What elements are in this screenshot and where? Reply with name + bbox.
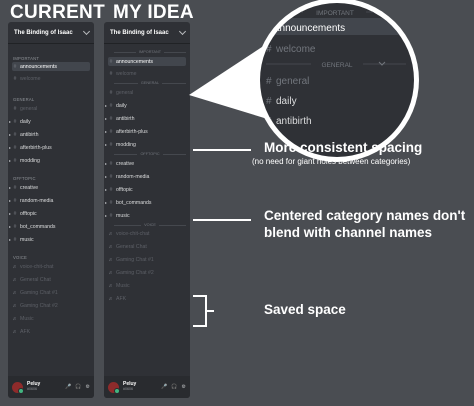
zoom-channel-announcements: announcements: [274, 23, 345, 34]
saved-space-bracket: [193, 295, 214, 327]
zoom-category-important: IMPORTANT: [316, 10, 354, 17]
bracket-icon: [193, 295, 207, 327]
magnifier-content: IMPORTANT announcements # welcome GENERA…: [260, 3, 414, 157]
zoom-channel-general: general: [276, 76, 309, 87]
zoom-channel-welcome: welcome: [275, 44, 316, 55]
magnifier-zoom: IMPORTANT announcements # welcome GENERA…: [256, 0, 418, 162]
callout-spacing-subtitle: (no need for giant holes between categor…: [252, 157, 411, 166]
zoom-hash-icon: #: [266, 116, 272, 127]
zoom-hash-icon: #: [266, 44, 272, 55]
callout-saved-space: Saved space: [264, 302, 346, 317]
zoom-category-general: GENERAL: [321, 62, 352, 69]
callout-centered-line1: Centered category names don't: [264, 208, 466, 223]
callout-centered-line: [193, 219, 251, 221]
zoom-channel-daily: daily: [276, 96, 297, 107]
callout-centered-line2: blend with channel names: [264, 225, 433, 240]
zoom-channel-antibirth: antibirth: [276, 116, 312, 127]
zoom-hash-icon: #: [266, 96, 272, 107]
zoom-hash-icon: #: [266, 76, 272, 87]
callout-spacing-title: More consistent spacing: [264, 140, 423, 155]
callout-spacing-line: [193, 149, 251, 151]
